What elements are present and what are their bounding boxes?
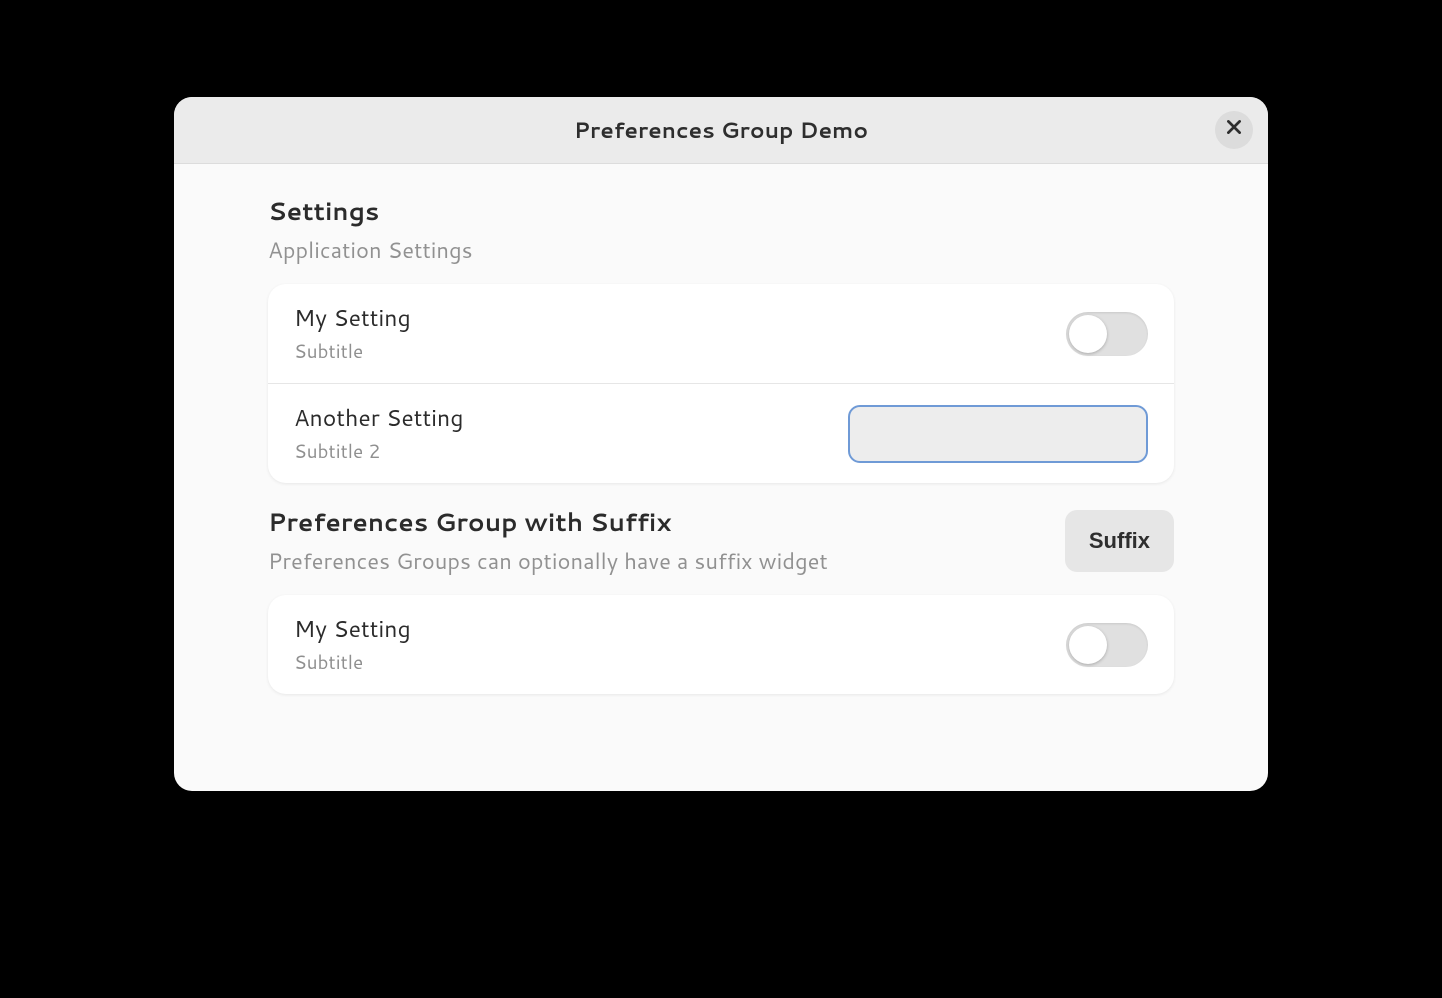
row-text: My Setting Subtitle [294, 613, 411, 676]
prefs-group-settings: Settings Application Settings My Setting… [268, 194, 1174, 483]
row-subtitle: Subtitle [294, 338, 411, 365]
switch-toggle[interactable] [1066, 623, 1148, 667]
group-header-text: Settings Application Settings [268, 194, 473, 266]
prefs-group-with-suffix: Preferences Group with Suffix Preference… [268, 505, 1174, 694]
close-button[interactable] [1215, 111, 1253, 149]
group-description: Preferences Groups can optionally have a… [268, 546, 828, 577]
switch-row[interactable]: My Setting Subtitle [268, 284, 1174, 383]
content-area: Settings Application Settings My Setting… [174, 164, 1268, 791]
close-icon [1225, 118, 1243, 142]
row-text: My Setting Subtitle [294, 302, 411, 365]
row-subtitle: Subtitle 2 [294, 438, 463, 465]
group-header-text: Preferences Group with Suffix Preference… [268, 505, 828, 577]
group-rows: My Setting Subtitle [268, 595, 1174, 694]
group-description: Application Settings [268, 235, 473, 266]
entry-row[interactable]: Another Setting Subtitle 2 [268, 383, 1174, 483]
group-title: Preferences Group with Suffix [268, 505, 828, 540]
switch-row[interactable]: My Setting Subtitle [268, 595, 1174, 694]
window-title: Preferences Group Demo [574, 115, 868, 146]
row-title: Another Setting [294, 402, 463, 434]
group-rows: My Setting Subtitle Another Setting Subt… [268, 284, 1174, 483]
switch-knob [1069, 315, 1107, 353]
group-header: Preferences Group with Suffix Preference… [268, 505, 1174, 577]
window: Preferences Group Demo Settings Applicat… [174, 97, 1268, 791]
group-header: Settings Application Settings [268, 194, 1174, 266]
suffix-button[interactable]: Suffix [1065, 510, 1174, 572]
row-title: My Setting [294, 613, 411, 645]
row-title: My Setting [294, 302, 411, 334]
entry-input[interactable] [848, 405, 1148, 463]
row-subtitle: Subtitle [294, 649, 411, 676]
headerbar: Preferences Group Demo [174, 97, 1268, 164]
switch-toggle[interactable] [1066, 312, 1148, 356]
group-title: Settings [268, 194, 473, 229]
row-text: Another Setting Subtitle 2 [294, 402, 463, 465]
switch-knob [1069, 626, 1107, 664]
